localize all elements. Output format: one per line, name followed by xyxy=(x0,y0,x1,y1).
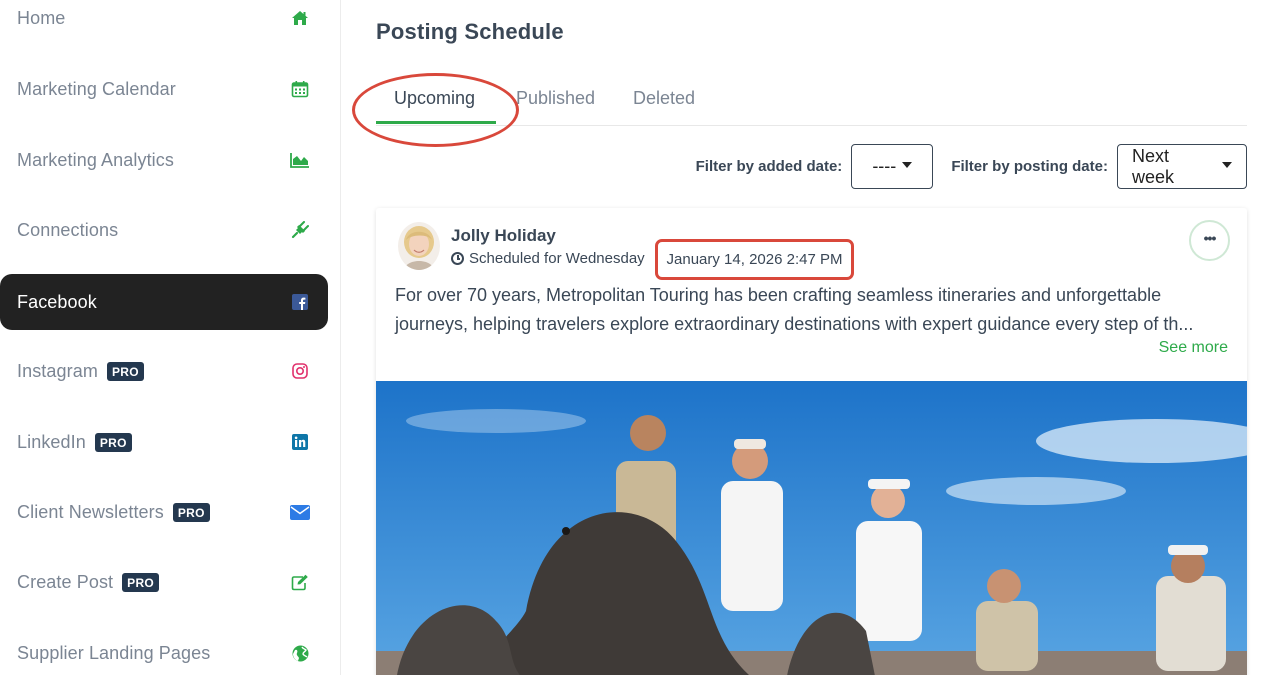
sidebar-item-label: Marketing Analytics xyxy=(17,149,174,170)
tab-deleted[interactable]: Deleted xyxy=(633,88,695,109)
tab-bar: Upcoming Published Deleted xyxy=(352,73,1247,147)
post-card: Jolly Holiday Scheduled for Wednesday Ja… xyxy=(376,208,1247,675)
added-date-filter-label: Filter by added date: xyxy=(695,158,843,175)
sidebar-item-label: Client Newsletters xyxy=(17,501,164,522)
sidebar-item-label: Home xyxy=(17,7,66,28)
plug-icon xyxy=(290,220,310,240)
pro-badge: PRO xyxy=(122,572,160,592)
facebook-icon xyxy=(290,292,310,312)
post-schedule: Scheduled for Wednesday xyxy=(451,250,645,267)
pro-badge: PRO xyxy=(94,432,132,452)
ellipsis-icon: ••• xyxy=(1203,230,1217,246)
pro-badge: PRO xyxy=(106,361,144,381)
posting-date-filter-value: Next week xyxy=(1132,145,1175,187)
sidebar-item-client-newsletters[interactable]: Client Newsletters PRO xyxy=(0,484,328,540)
envelope-icon xyxy=(290,502,310,522)
sidebar-item-home[interactable]: Home xyxy=(0,0,328,46)
added-date-filter-select[interactable]: ---- xyxy=(851,144,934,189)
highlight-annotation xyxy=(352,73,519,147)
active-tab-indicator xyxy=(376,121,496,124)
sidebar-item-label: Create Post xyxy=(17,571,114,592)
post-options-button[interactable]: ••• xyxy=(1189,220,1230,261)
posting-date-filter-select[interactable]: Next week xyxy=(1117,144,1247,189)
posting-date-filter-label: Filter by posting date: xyxy=(951,158,1108,175)
post-image xyxy=(376,381,1247,675)
chevron-down-icon xyxy=(902,161,913,168)
tab-upcoming[interactable]: Upcoming xyxy=(394,88,475,109)
schedule-prefix: Scheduled for Wednesday xyxy=(469,250,645,267)
instagram-icon xyxy=(290,361,310,381)
area-chart-icon xyxy=(290,150,310,170)
added-date-filter-value: ---- xyxy=(872,156,897,176)
edit-icon xyxy=(290,572,310,592)
calendar-icon xyxy=(290,79,310,99)
sidebar-item-instagram[interactable]: Instagram PRO xyxy=(0,343,328,399)
tab-published[interactable]: Published xyxy=(516,88,595,109)
post-text: For over 70 years, Metropolitan Touring … xyxy=(395,285,1194,334)
sidebar: Home Marketing Calendar Marketing Analyt… xyxy=(0,0,341,675)
sidebar-item-marketing-calendar[interactable]: Marketing Calendar xyxy=(0,61,328,117)
sidebar-item-label: Facebook xyxy=(17,291,97,312)
scheduled-date: January 14, 2026 2:47 PM xyxy=(655,239,854,280)
sidebar-item-label: Connections xyxy=(17,219,119,240)
chevron-down-icon xyxy=(1222,161,1232,168)
sidebar-item-linkedin[interactable]: LinkedIn PRO xyxy=(0,414,328,470)
sidebar-item-label: Supplier Landing Pages xyxy=(17,642,211,663)
sidebar-item-label: Marketing Calendar xyxy=(17,78,176,99)
sidebar-item-create-post[interactable]: Create Post PRO xyxy=(0,554,328,610)
home-icon xyxy=(290,8,310,28)
avatar xyxy=(398,222,440,270)
sidebar-item-connections[interactable]: Connections xyxy=(0,202,328,258)
sidebar-item-supplier-landing-pages[interactable]: Supplier Landing Pages xyxy=(0,625,328,675)
sidebar-item-facebook[interactable]: Facebook xyxy=(0,274,328,330)
sidebar-item-label: Instagram xyxy=(17,360,98,381)
post-author[interactable]: Jolly Holiday xyxy=(451,226,556,246)
linkedin-icon xyxy=(290,432,310,452)
see-more-link[interactable]: See more xyxy=(1159,339,1228,357)
main-content: Posting Schedule Upcoming Published Dele… xyxy=(352,0,1247,675)
clock-icon xyxy=(451,252,464,265)
filters-bar: Filter by added date: ---- Filter by pos… xyxy=(696,144,1247,189)
sidebar-item-marketing-analytics[interactable]: Marketing Analytics xyxy=(0,132,328,188)
pro-badge: PRO xyxy=(172,502,210,522)
globe-icon xyxy=(290,643,310,663)
page-title: Posting Schedule xyxy=(376,19,564,44)
sidebar-item-label: LinkedIn xyxy=(17,431,86,452)
